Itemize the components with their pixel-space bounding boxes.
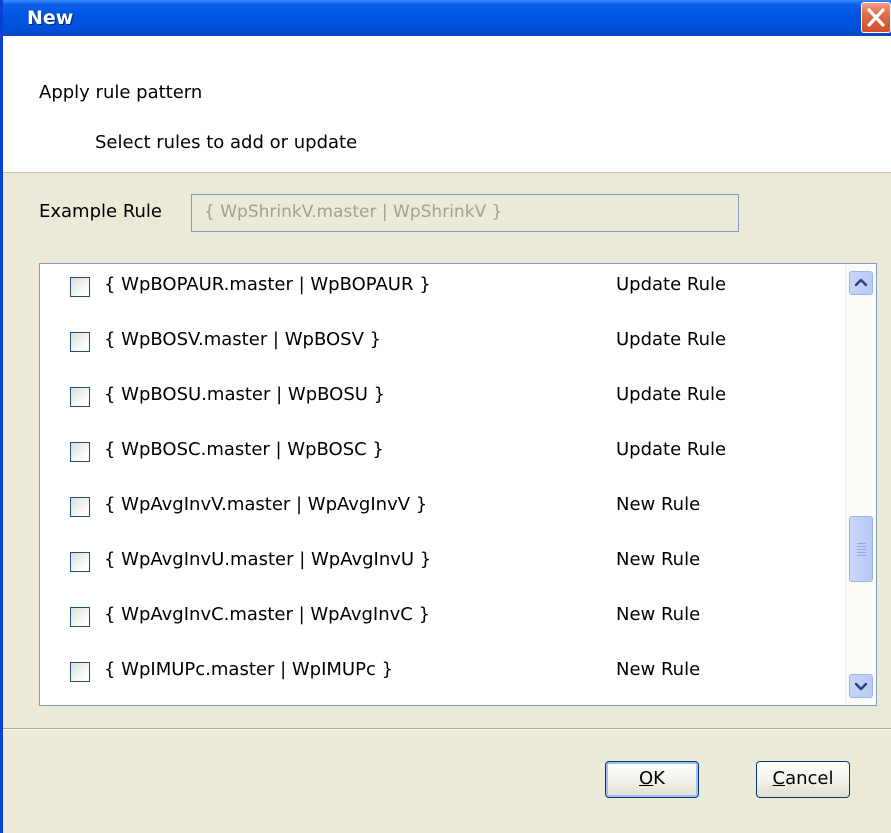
close-button[interactable] — [861, 2, 891, 33]
scroll-up-button[interactable] — [849, 271, 873, 295]
rule-checkbox[interactable] — [70, 497, 90, 517]
list-item[interactable]: { WpBOSV.master | WpBOSV } Update Rule — [70, 319, 830, 369]
list-item[interactable]: { WpBOSC.master | WpBOSC } Update Rule — [70, 429, 830, 479]
scroll-down-button[interactable] — [849, 674, 873, 698]
rule-status: Update Rule — [616, 384, 727, 405]
window-title: New — [27, 7, 74, 29]
close-icon — [867, 8, 885, 27]
list-item[interactable]: { WpBOPAUR.master | WpBOPAUR } Update Ru… — [70, 264, 830, 314]
rule-status: New Rule — [616, 604, 701, 625]
rule-checkbox[interactable] — [70, 277, 90, 297]
rule-status: New Rule — [616, 494, 701, 515]
rule-status: Update Rule — [616, 439, 727, 460]
scroll-thumb[interactable] — [849, 516, 873, 582]
rule-checkbox[interactable] — [70, 607, 90, 627]
rule-checkbox[interactable] — [70, 442, 90, 462]
ok-mnemonic: O — [639, 768, 654, 789]
footer-separator — [3, 728, 891, 730]
ok-label-rest: K — [653, 768, 665, 789]
dialog-window: New Apply rule pattern Select rules to a… — [0, 0, 891, 833]
rule-label: { WpAvgInvV.master | WpAvgInvV } — [104, 494, 428, 515]
rule-status: New Rule — [616, 659, 701, 680]
rule-checkbox[interactable] — [70, 552, 90, 572]
rule-status: Update Rule — [616, 274, 727, 295]
header-title: Apply rule pattern — [39, 82, 203, 103]
rule-label: { WpAvgInvU.master | WpAvgInvU } — [104, 549, 432, 570]
list-item[interactable]: { WpBOSU.master | WpBOSU } Update Rule — [70, 374, 830, 424]
chevron-down-icon — [854, 682, 868, 691]
cancel-label-rest: ancel — [785, 768, 834, 789]
rule-label: { WpBOSU.master | WpBOSU } — [104, 384, 386, 405]
vertical-scrollbar[interactable] — [845, 264, 876, 705]
rule-checkbox[interactable] — [70, 662, 90, 682]
cancel-mnemonic: C — [772, 768, 786, 789]
rule-label: { WpBOPAUR.master | WpBOPAUR } — [104, 274, 431, 295]
rule-status: Update Rule — [616, 329, 727, 350]
rule-status: New Rule — [616, 549, 701, 570]
rule-checkbox[interactable] — [70, 332, 90, 352]
header-panel: Apply rule pattern Select rules to add o… — [3, 36, 891, 173]
rule-label: { WpBOSC.master | WpBOSC } — [104, 439, 384, 460]
example-rule-label: Example Rule — [39, 201, 162, 222]
rules-list[interactable]: { WpBOPAUR.master | WpBOPAUR } Update Ru… — [39, 263, 877, 706]
rule-label: { WpAvgInvC.master | WpAvgInvC } — [104, 604, 431, 625]
list-item[interactable]: { WpAvgInvU.master | WpAvgInvU } New Rul… — [70, 539, 830, 589]
list-item[interactable]: { WpIMUPc.master | WpIMUPc } New Rule — [70, 649, 830, 699]
chevron-up-icon — [854, 278, 868, 287]
rule-label: { WpIMUPc.master | WpIMUPc } — [104, 659, 394, 680]
rule-checkbox[interactable] — [70, 387, 90, 407]
header-subtitle: Select rules to add or update — [95, 132, 358, 153]
rule-label: { WpBOSV.master | WpBOSV } — [104, 329, 382, 350]
ok-button[interactable]: OK — [605, 761, 699, 798]
example-rule-field: { WpShrinkV.master | WpShrinkV } — [191, 194, 739, 232]
cancel-button[interactable]: Cancel — [756, 761, 850, 798]
list-item[interactable]: { WpAvgInvC.master | WpAvgInvC } New Rul… — [70, 594, 830, 644]
list-item[interactable]: { WpAvgInvV.master | WpAvgInvV } New Rul… — [70, 484, 830, 534]
title-bar[interactable]: New — [3, 0, 891, 36]
